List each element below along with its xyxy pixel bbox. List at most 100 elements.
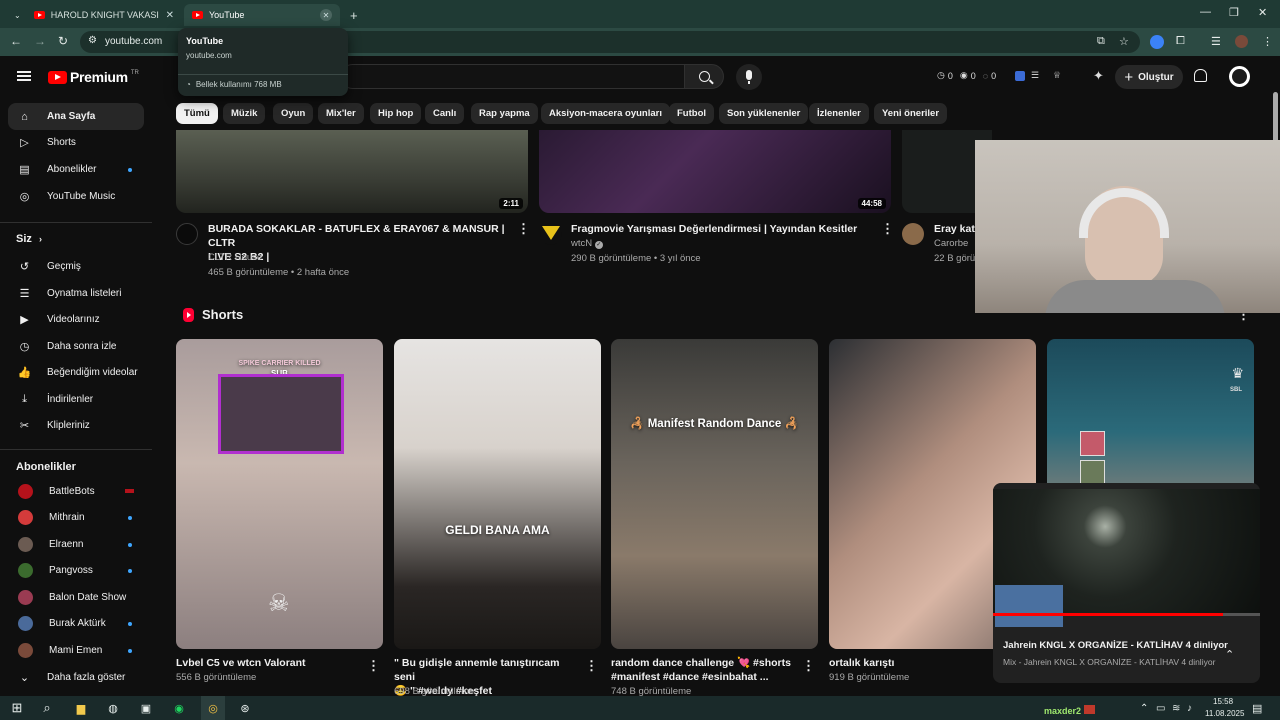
chip-music[interactable]: Müzik bbox=[223, 103, 266, 124]
close-window-icon[interactable]: ✕ bbox=[1258, 6, 1267, 19]
steam-icon[interactable]: ◍ bbox=[104, 699, 122, 717]
windows-start-icon[interactable]: ⊞ bbox=[8, 699, 26, 717]
search-input[interactable] bbox=[340, 64, 684, 89]
url-text[interactable]: youtube.com bbox=[105, 36, 162, 47]
app-icon[interactable]: ⊛ bbox=[236, 699, 254, 717]
expand-chevron-icon[interactable]: ⌃ bbox=[1225, 648, 1234, 661]
youtube-premium-logo[interactable]: Premium TR bbox=[48, 69, 139, 85]
mini-player[interactable]: Jahrein KNGL X ORGANİZE - KATLİHAV 4 din… bbox=[993, 483, 1260, 683]
channel-avatar[interactable] bbox=[176, 223, 198, 245]
sidebar-item-watch-later[interactable]: ◷ Daha sonra izle bbox=[8, 333, 144, 360]
trophy-icon[interactable]: ♕ bbox=[1053, 70, 1061, 81]
store-icon[interactable]: ▣ bbox=[137, 699, 155, 717]
volume-icon[interactable]: ♪ bbox=[1187, 703, 1192, 714]
short-title[interactable]: Lvbel C5 ve wtcn Valorant bbox=[176, 656, 356, 670]
sidebar-item-home[interactable]: ⌂ Ana Sayfa bbox=[8, 103, 144, 130]
sidebar-item-clips[interactable]: ✂ Klipleriniz bbox=[8, 412, 144, 439]
short-menu-icon[interactable]: ⋮ bbox=[585, 658, 598, 674]
chip-recently-uploaded[interactable]: Son yüklenenler bbox=[719, 103, 809, 124]
chip-all[interactable]: Tümü bbox=[176, 103, 218, 124]
mini-player-video[interactable] bbox=[993, 489, 1260, 627]
channel-name[interactable]: wtcN ✓ bbox=[571, 238, 603, 249]
video-menu-icon[interactable]: ⋮ bbox=[517, 221, 530, 237]
sidebar-sub-mami-emen[interactable]: Mami Emen bbox=[8, 637, 144, 664]
site-info-icon[interactable]: ⚙ bbox=[88, 35, 97, 46]
short-title[interactable]: ortalık karıştı bbox=[829, 656, 1009, 670]
sidebar-item-playlists[interactable]: ☰ Oynatma listeleri bbox=[8, 280, 144, 307]
sidebar-sub-mithrain[interactable]: Mithrain bbox=[8, 504, 144, 531]
sidebar-sub-pangvoss[interactable]: Pangvoss bbox=[8, 557, 144, 584]
clock-date[interactable]: 11.08.2025 bbox=[1205, 709, 1244, 718]
sidebar-sub-balon-date-show[interactable]: Balon Date Show bbox=[8, 584, 144, 611]
close-icon[interactable]: ✕ bbox=[320, 9, 332, 21]
back-icon[interactable]: ← bbox=[10, 34, 22, 48]
channel-name[interactable]: Carorbe bbox=[934, 238, 968, 249]
file-explorer-icon[interactable]: ▆ bbox=[72, 699, 90, 717]
close-icon[interactable]: ✕ bbox=[166, 10, 174, 21]
chip-mixes[interactable]: Mix'ler bbox=[318, 103, 364, 124]
account-avatar[interactable] bbox=[1229, 66, 1250, 87]
short-thumbnail[interactable]: SPIKE CARRIER KILLED SUB ☠ bbox=[176, 339, 383, 649]
sidebar-sub-battlebots[interactable]: BattleBots bbox=[8, 478, 144, 505]
reading-list-icon[interactable]: ☰ bbox=[1211, 35, 1221, 48]
chip-hiphop[interactable]: Hip hop bbox=[370, 103, 422, 124]
chip-rap[interactable]: Rap yapma bbox=[471, 103, 538, 124]
video-title[interactable]: Eray katl bbox=[934, 222, 979, 236]
channel-name[interactable]: CLTR House bbox=[208, 252, 262, 263]
forward-icon[interactable]: → bbox=[34, 34, 46, 48]
search-button[interactable] bbox=[684, 64, 724, 89]
bookmark-star-icon[interactable]: ☆ bbox=[1119, 35, 1129, 48]
video-title[interactable]: Fragmovie Yarışması Değerlendirmesi | Ya… bbox=[571, 222, 876, 236]
clock-time[interactable]: 15:58 bbox=[1213, 697, 1233, 706]
sidebar-item-subscriptions[interactable]: ▤ Abonelikler bbox=[8, 156, 144, 183]
sidebar-item-downloads[interactable]: ⤓ İndirilenler bbox=[8, 386, 144, 413]
reload-icon[interactable]: ↻ bbox=[58, 34, 68, 48]
menu-kebab-icon[interactable]: ⋮ bbox=[1262, 35, 1273, 48]
sidebar-item-history[interactable]: ↺ Geçmiş bbox=[8, 253, 144, 280]
list-icon[interactable]: ☰ bbox=[1031, 70, 1039, 81]
profile-avatar[interactable] bbox=[1235, 35, 1248, 48]
browser-tab-youtube[interactable]: YouTube ✕ bbox=[184, 4, 340, 26]
chrome-icon[interactable]: ◎ bbox=[204, 699, 222, 717]
short-menu-icon[interactable]: ⋮ bbox=[367, 658, 380, 674]
mini-player-progress[interactable] bbox=[993, 613, 1260, 616]
channel-avatar[interactable] bbox=[902, 223, 924, 245]
sidebar-item-shorts[interactable]: ▷ Shorts bbox=[8, 129, 144, 156]
voice-search-button[interactable] bbox=[736, 64, 762, 90]
chip-new-to-you[interactable]: Yeni öneriler bbox=[874, 103, 948, 124]
tray-app-icon[interactable]: ▭ bbox=[1156, 703, 1165, 714]
new-tab-button[interactable]: + bbox=[342, 4, 364, 26]
short-title[interactable]: random dance challenge 💘 #shorts #manifes… bbox=[611, 656, 791, 684]
chip-watched[interactable]: İzlenenler bbox=[809, 103, 869, 124]
sidebar-show-more[interactable]: ⌄ Daha fazla göster bbox=[8, 664, 144, 691]
chip-action-adventure[interactable]: Aksiyon-macera oyunları bbox=[541, 103, 670, 124]
sidebar-item-liked-videos[interactable]: 👍 Beğendiğim videolar bbox=[8, 359, 144, 386]
notifications-bell-icon[interactable] bbox=[1194, 69, 1207, 82]
tray-badge-icon[interactable] bbox=[1084, 705, 1095, 714]
chip-live[interactable]: Canlı bbox=[425, 103, 465, 124]
sidebar-sub-burak-akturk[interactable]: Burak Aktürk bbox=[8, 610, 144, 637]
chip-gaming[interactable]: Oyun bbox=[273, 103, 314, 124]
channel-avatar[interactable] bbox=[540, 223, 562, 245]
sidebar-you-header[interactable]: Siz › bbox=[16, 233, 42, 245]
spotify-icon[interactable]: ◉ bbox=[170, 699, 188, 717]
video-thumbnail[interactable]: 2:11 bbox=[176, 130, 528, 213]
mini-player-title[interactable]: Jahrein KNGL X ORGANİZE - KATLİHAV 4 din… bbox=[1003, 640, 1228, 651]
create-button[interactable]: + Oluştur bbox=[1115, 65, 1183, 89]
short-thumbnail[interactable]: GELDI BANA AMA bbox=[394, 339, 601, 649]
extension-icon[interactable] bbox=[1150, 35, 1164, 49]
sidebar-sub-elraenn[interactable]: Elraenn bbox=[8, 531, 144, 558]
browser-tab-harold[interactable]: HAROLD KNIGHT VAKASI / HAR ✕ bbox=[26, 4, 182, 26]
extensions-puzzle-icon[interactable]: ⧠ bbox=[1176, 35, 1185, 48]
notification-center-icon[interactable]: ▤ bbox=[1252, 702, 1262, 715]
extension-badge-icon[interactable] bbox=[1015, 71, 1025, 81]
chip-football[interactable]: Futbol bbox=[669, 103, 715, 124]
minimize-icon[interactable]: — bbox=[1200, 6, 1211, 18]
wifi-icon[interactable]: ≋ bbox=[1172, 703, 1180, 714]
restore-icon[interactable]: ❐ bbox=[1229, 6, 1239, 19]
video-thumbnail[interactable]: 44:58 bbox=[539, 130, 891, 213]
sidebar-item-your-videos[interactable]: ▶ Videolarınız bbox=[8, 306, 144, 333]
extension-counters[interactable]: ◷ 0 ◉ 0 ◌ 0 bbox=[937, 70, 996, 81]
cast-icon[interactable]: ⧉ bbox=[1097, 35, 1105, 48]
premium-icon[interactable]: ✦ bbox=[1093, 68, 1104, 84]
